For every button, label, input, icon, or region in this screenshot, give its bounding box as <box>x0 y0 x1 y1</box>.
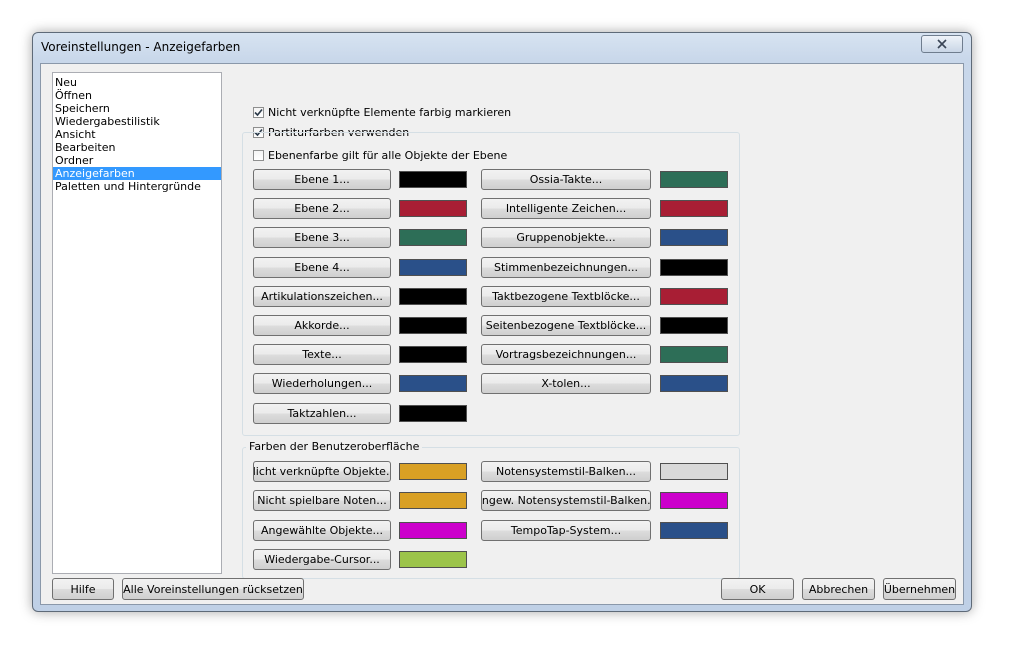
ok-button[interactable]: OK <box>721 578 794 600</box>
color-button-vortragsbezeichnungen[interactable]: Vortragsbezeichnungen... <box>481 344 651 366</box>
close-button[interactable] <box>921 35 963 53</box>
color-button-seitenbezogene-textbloecke[interactable]: Seitenbezogene Textblöcke... <box>481 315 651 336</box>
color-button-notensystemstil-balken[interactable]: Notensystemstil-Balken... <box>481 461 651 482</box>
color-swatch-nicht-verknuepfte-objekte[interactable] <box>399 463 467 480</box>
checkbox[interactable] <box>253 107 264 118</box>
color-swatch-tempotap-system[interactable] <box>660 521 728 539</box>
category-list: Neu Öffnen Speichern Wiedergabestilistik Ans… <box>52 72 222 574</box>
color-button-tempotap-system[interactable]: TempoTap-System... <box>481 519 651 541</box>
color-button-x-tolen[interactable]: X-tolen... <box>481 373 651 395</box>
color-button-nicht-verknuepfte-objekte[interactable]: Nicht verknüpfte Objekte... <box>253 461 391 482</box>
color-button-ebene-2[interactable]: Ebene 2... <box>253 198 391 220</box>
color-swatch-seitenbezogene-textbloecke[interactable] <box>660 317 728 334</box>
category-item-bearbeiten[interactable]: Bearbeiten <box>53 141 221 154</box>
color-button-angewaehlte-objekte[interactable]: Angewählte Objekte... <box>253 519 391 541</box>
color-swatch-artikulationszeichen[interactable] <box>399 287 467 305</box>
color-button-texte[interactable]: Texte... <box>253 344 391 366</box>
category-item-ansicht[interactable]: Ansicht <box>53 128 221 141</box>
color-button-artikulationszeichen[interactable]: Artikulationszeichen... <box>253 285 391 307</box>
preferences-dialog: Voreinstellungen - Anzeigefarben Neu Öffn… <box>32 32 972 612</box>
color-swatch-wiederholungen[interactable] <box>399 375 467 393</box>
color-swatch-ebene-3[interactable] <box>399 229 467 247</box>
close-icon <box>937 39 947 49</box>
ui-colors-group-title: Farben der Benutzeroberfläche <box>246 440 423 453</box>
color-swatch-wiedergabe-cursor[interactable] <box>399 550 467 568</box>
color-button-taktbezogene-textbloecke[interactable]: Taktbezogene Textblöcke... <box>481 285 651 307</box>
checkbox-label: Nicht verknüpfte Elemente farbig markier… <box>268 106 512 119</box>
color-swatch-akkorde[interactable] <box>399 317 467 334</box>
color-swatch-angewaehlte-objekte[interactable] <box>399 521 467 539</box>
option-unlinked-elements[interactable]: Nicht verknüpfte Elemente farbig markier… <box>253 106 511 119</box>
color-swatch-stimmenbezeichnungen[interactable] <box>660 258 728 276</box>
color-button-stimmenbezeichnungen[interactable]: Stimmenbezeichnungen... <box>481 256 651 278</box>
color-swatch-angew-notensystemstil-balken[interactable] <box>660 492 728 510</box>
color-button-ebene-4[interactable]: Ebene 4... <box>253 256 391 278</box>
color-swatch-intelligente-zeichen[interactable] <box>660 200 728 218</box>
color-button-akkorde[interactable]: Akkorde... <box>253 315 391 336</box>
color-button-ebene-1[interactable]: Ebene 1... <box>253 169 391 190</box>
help-button[interactable]: Hilfe <box>52 578 114 600</box>
category-item-wiedergabestilistik[interactable]: Wiedergabestilistik <box>53 115 221 128</box>
window-title: Voreinstellungen - Anzeigefarben <box>41 40 241 54</box>
checkmark-icon <box>254 108 263 117</box>
color-swatch-ebene-1[interactable] <box>399 171 467 188</box>
cancel-button[interactable]: Abbrechen <box>802 578 875 600</box>
color-button-gruppenobjekte[interactable]: Gruppenobjekte... <box>481 227 651 249</box>
color-swatch-nicht-spielbare-noten[interactable] <box>399 492 467 510</box>
color-swatch-gruppenobjekte[interactable] <box>660 229 728 247</box>
color-swatch-ossia-takte[interactable] <box>660 171 728 188</box>
color-button-nicht-spielbare-noten[interactable]: Nicht spielbare Noten... <box>253 490 391 512</box>
color-button-wiedergabe-cursor[interactable]: Wiedergabe-Cursor... <box>253 548 391 570</box>
color-swatch-ebene-4[interactable] <box>399 258 467 276</box>
color-swatch-taktbezogene-textbloecke[interactable] <box>660 287 728 305</box>
color-swatch-texte[interactable] <box>399 346 467 364</box>
category-item-speichern[interactable]: Speichern <box>53 102 221 115</box>
color-button-intelligente-zeichen[interactable]: Intelligente Zeichen... <box>481 198 651 220</box>
category-item-oeffnen[interactable]: Öffnen <box>53 89 221 102</box>
category-item-paletten-und-hintergruende[interactable]: Paletten und Hintergründe <box>53 180 221 193</box>
option-layer-color[interactable]: Ebenenfarbe gilt für alle Objekte der Eb… <box>253 149 507 162</box>
reset-all-button[interactable]: Alle Voreinstellungen rücksetzen <box>122 578 304 600</box>
color-swatch-notensystemstil-balken[interactable] <box>660 463 728 480</box>
checkbox-label: Ebenenfarbe gilt für alle Objekte der Eb… <box>268 149 508 162</box>
color-swatch-taktzahlen[interactable] <box>399 404 467 422</box>
color-button-angew-notensystemstil-balken[interactable]: Angew. Notensystemstil-Balken... <box>481 490 651 512</box>
apply-button[interactable]: Übernehmen <box>883 578 956 600</box>
category-item-ordner[interactable]: Ordner <box>53 154 221 167</box>
color-button-taktzahlen[interactable]: Taktzahlen... <box>253 402 391 424</box>
color-button-ossia-takte[interactable]: Ossia-Takte... <box>481 169 651 190</box>
dialog-content: Neu Öffnen Speichern Wiedergabestilistik Ans… <box>40 63 964 605</box>
color-swatch-ebene-2[interactable] <box>399 200 467 218</box>
checkbox[interactable] <box>253 150 264 161</box>
color-button-wiederholungen[interactable]: Wiederholungen... <box>253 373 391 395</box>
category-item-anzeigefarben[interactable]: Anzeigefarben <box>53 167 221 180</box>
category-item-neu[interactable]: Neu <box>53 76 221 89</box>
color-swatch-x-tolen[interactable] <box>660 375 728 393</box>
color-swatch-vortragsbezeichnungen[interactable] <box>660 346 728 364</box>
color-button-ebene-3[interactable]: Ebene 3... <box>253 227 391 249</box>
